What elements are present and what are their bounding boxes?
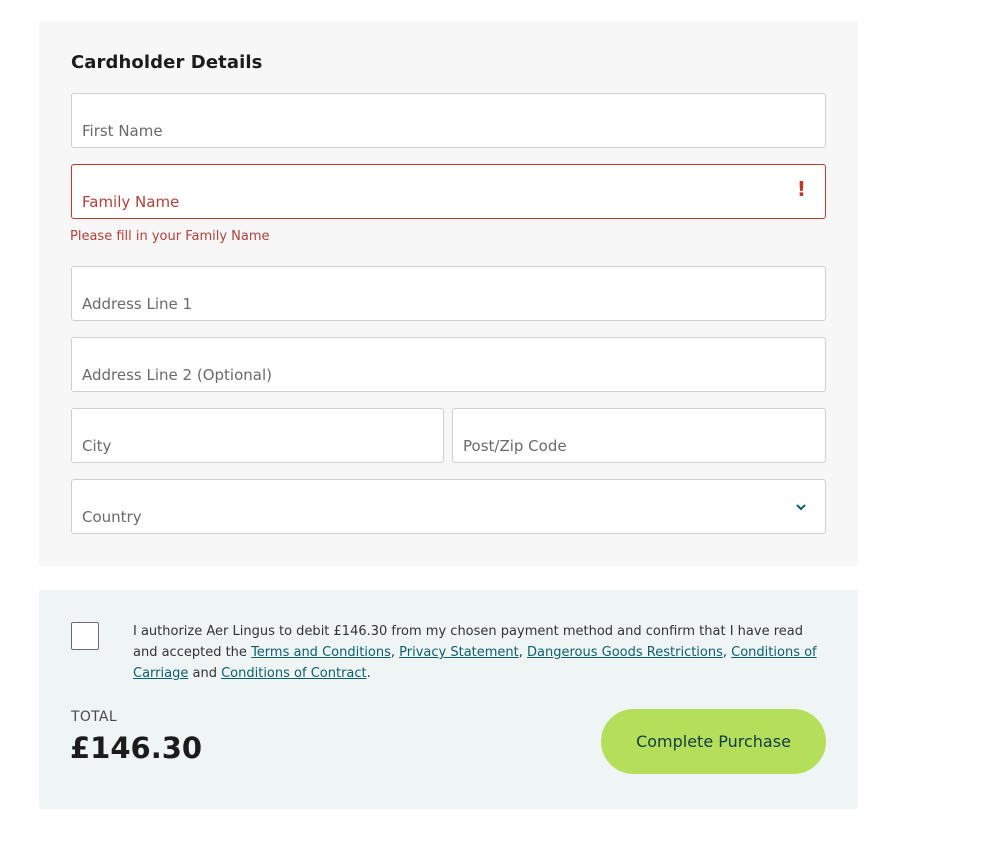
- section-title: Cardholder Details: [71, 52, 263, 73]
- address-line-2-input[interactable]: [72, 338, 825, 391]
- total-amount: £146.30: [70, 731, 203, 765]
- purchase-summary-panel: I authorize Aer Lingus to debit £146.30 …: [39, 590, 858, 809]
- family-name-error-message: Please fill in your Family Name: [70, 229, 270, 244]
- chevron-down-icon: [796, 504, 806, 510]
- address-line-1-input[interactable]: [72, 267, 825, 320]
- family-name-field[interactable]: !: [71, 164, 826, 219]
- address-line-1-field[interactable]: [71, 266, 826, 321]
- conditions-of-contract-link[interactable]: Conditions of Contract: [221, 666, 367, 681]
- first-name-input[interactable]: [72, 94, 825, 147]
- city-field[interactable]: [71, 408, 444, 463]
- error-exclamation-icon: !: [796, 177, 806, 201]
- city-input[interactable]: [72, 409, 443, 462]
- cardholder-details-panel: Cardholder Details ! Please fill in your…: [39, 21, 858, 566]
- first-name-field[interactable]: [71, 93, 826, 148]
- postcode-field[interactable]: [452, 408, 826, 463]
- consent-checkbox[interactable]: [71, 622, 99, 650]
- postcode-input[interactable]: [453, 409, 825, 462]
- privacy-statement-link[interactable]: Privacy Statement: [399, 645, 519, 660]
- country-input[interactable]: [72, 480, 825, 533]
- consent-text: I authorize Aer Lingus to debit £146.30 …: [133, 624, 817, 681]
- country-select[interactable]: [71, 479, 826, 534]
- family-name-input[interactable]: [72, 165, 825, 218]
- complete-purchase-button[interactable]: Complete Purchase: [601, 709, 826, 774]
- consent-and-text: and: [192, 666, 217, 681]
- terms-and-conditions-link[interactable]: Terms and Conditions: [251, 645, 391, 660]
- dangerous-goods-link[interactable]: Dangerous Goods Restrictions: [527, 645, 723, 660]
- total-label: TOTAL: [71, 709, 117, 725]
- address-line-2-field[interactable]: [71, 337, 826, 392]
